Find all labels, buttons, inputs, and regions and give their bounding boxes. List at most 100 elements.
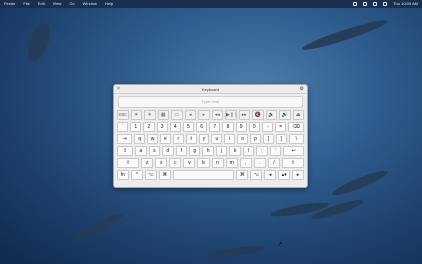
key[interactable]: / bbox=[267, 158, 280, 168]
key[interactable]: i bbox=[224, 134, 236, 144]
key[interactable]: 7 bbox=[209, 122, 221, 132]
control-center-icon[interactable] bbox=[383, 2, 388, 6]
key[interactable]: ⏏ bbox=[292, 110, 304, 120]
key[interactable]: ⌘ bbox=[158, 170, 171, 180]
key[interactable]: o bbox=[237, 134, 249, 144]
key[interactable]: l bbox=[242, 146, 255, 156]
search-icon[interactable] bbox=[373, 2, 378, 6]
menu-bar: Finder File Edit View Go Window Help Thu… bbox=[0, 0, 422, 8]
key[interactable]: [ bbox=[262, 134, 274, 144]
key[interactable]: ▦ bbox=[157, 110, 169, 120]
close-icon[interactable]: × bbox=[117, 86, 120, 92]
keyboard-titlebar[interactable]: × Keyboard ⚙ bbox=[114, 85, 307, 94]
wifi-icon[interactable] bbox=[353, 2, 358, 6]
key[interactable]: d bbox=[162, 146, 174, 156]
key[interactable]: ⌥ bbox=[250, 170, 263, 180]
key[interactable]: \ bbox=[288, 134, 304, 144]
clock[interactable]: Thu 10:09 AM bbox=[393, 0, 418, 8]
key[interactable]: f bbox=[175, 146, 187, 156]
key[interactable]: esc bbox=[117, 110, 129, 120]
menu-go[interactable]: Go bbox=[69, 0, 74, 8]
key[interactable]: ▸▸ bbox=[238, 110, 250, 120]
key[interactable]: ▸ bbox=[292, 170, 305, 180]
menu-finder[interactable]: Finder bbox=[4, 0, 15, 8]
key[interactable]: ▴▾ bbox=[278, 170, 291, 180]
key[interactable]: q bbox=[134, 134, 146, 144]
space-key[interactable] bbox=[172, 170, 235, 180]
key[interactable]: ^ bbox=[130, 170, 143, 180]
keyboard-window: × Keyboard ⚙ Type here esc☀☀▦▭◂▸◂◂▶❙❙▸▸🔇… bbox=[113, 84, 308, 188]
menu-file[interactable]: File bbox=[23, 0, 29, 8]
key[interactable]: b bbox=[197, 158, 210, 168]
key[interactable]: y bbox=[198, 134, 210, 144]
key[interactable]: 🔊 bbox=[279, 110, 291, 120]
key[interactable]: x bbox=[155, 158, 168, 168]
key[interactable]: 8 bbox=[222, 122, 234, 132]
key[interactable]: j bbox=[215, 146, 228, 156]
key[interactable]: k bbox=[229, 146, 241, 156]
key[interactable]: m bbox=[225, 158, 238, 168]
key[interactable]: u bbox=[211, 134, 223, 144]
key[interactable]: 2 bbox=[143, 122, 155, 132]
key[interactable]: ⇥ bbox=[117, 134, 133, 144]
key[interactable]: . bbox=[253, 158, 266, 168]
key[interactable]: 5 bbox=[182, 122, 195, 132]
key[interactable]: 1 bbox=[130, 122, 142, 132]
shark-bottom-right-1 bbox=[330, 167, 390, 199]
key[interactable]: z bbox=[141, 158, 154, 168]
key[interactable]: fn bbox=[117, 170, 129, 180]
key[interactable]: ' bbox=[269, 146, 282, 156]
key[interactable]: r bbox=[172, 134, 184, 144]
key[interactable]: ▶❙❙ bbox=[225, 110, 237, 120]
key[interactable]: ⌥ bbox=[144, 170, 157, 180]
key[interactable]: ⇧ bbox=[281, 158, 305, 168]
key[interactable]: ⌫ bbox=[288, 122, 304, 132]
key[interactable]: 9 bbox=[235, 122, 247, 132]
key[interactable]: ↩ bbox=[283, 146, 305, 156]
key[interactable]: ; bbox=[256, 146, 268, 156]
keyboard-input[interactable]: Type here bbox=[118, 96, 303, 108]
key[interactable]: 🔇 bbox=[252, 110, 264, 120]
key[interactable]: t bbox=[185, 134, 197, 144]
key[interactable]: h bbox=[202, 146, 214, 156]
key-row-4: ⇧ z x c v b n m,. / ⇧ bbox=[117, 158, 305, 168]
key[interactable]: ▭ bbox=[171, 110, 183, 120]
key[interactable]: ⇧ bbox=[117, 158, 140, 168]
key[interactable]: ◂ bbox=[184, 110, 196, 120]
key[interactable]: - bbox=[261, 122, 274, 132]
key[interactable]: w bbox=[147, 134, 159, 144]
shark-top-right bbox=[300, 16, 390, 54]
key[interactable]: 0 bbox=[248, 122, 260, 132]
key[interactable]: ⇪ bbox=[117, 146, 134, 156]
key[interactable]: ` bbox=[117, 122, 129, 132]
key[interactable]: 3 bbox=[156, 122, 168, 132]
key[interactable]: , bbox=[239, 158, 252, 168]
key[interactable]: e bbox=[160, 134, 171, 144]
key[interactable]: 6 bbox=[196, 122, 208, 132]
menu-edit[interactable]: Edit bbox=[38, 0, 45, 8]
key[interactable]: p bbox=[250, 134, 261, 144]
key[interactable]: ☀ bbox=[144, 110, 156, 120]
key[interactable]: ] bbox=[275, 134, 287, 144]
key[interactable]: n bbox=[211, 158, 224, 168]
gear-icon[interactable]: ⚙ bbox=[300, 86, 304, 92]
key[interactable]: 4 bbox=[169, 122, 181, 132]
mouse-cursor-icon: ➚ bbox=[277, 241, 283, 248]
key[interactable]: ⌘ bbox=[236, 170, 249, 180]
key[interactable]: ◂ bbox=[264, 170, 277, 180]
key[interactable]: = bbox=[275, 122, 287, 132]
key[interactable]: g bbox=[188, 146, 201, 156]
menu-window[interactable]: Window bbox=[83, 0, 97, 8]
menu-help[interactable]: Help bbox=[105, 0, 113, 8]
key[interactable]: ◂◂ bbox=[211, 110, 223, 120]
menu-view[interactable]: View bbox=[53, 0, 62, 8]
key[interactable]: c bbox=[169, 158, 182, 168]
key[interactable]: a bbox=[135, 146, 147, 156]
key[interactable]: ☀ bbox=[130, 110, 142, 120]
battery-icon[interactable] bbox=[363, 2, 368, 6]
key[interactable]: s bbox=[148, 146, 161, 156]
key[interactable]: v bbox=[183, 158, 196, 168]
shark-top-left bbox=[23, 20, 55, 64]
key[interactable]: ▸ bbox=[198, 110, 210, 120]
key[interactable]: 🔉 bbox=[265, 110, 277, 120]
